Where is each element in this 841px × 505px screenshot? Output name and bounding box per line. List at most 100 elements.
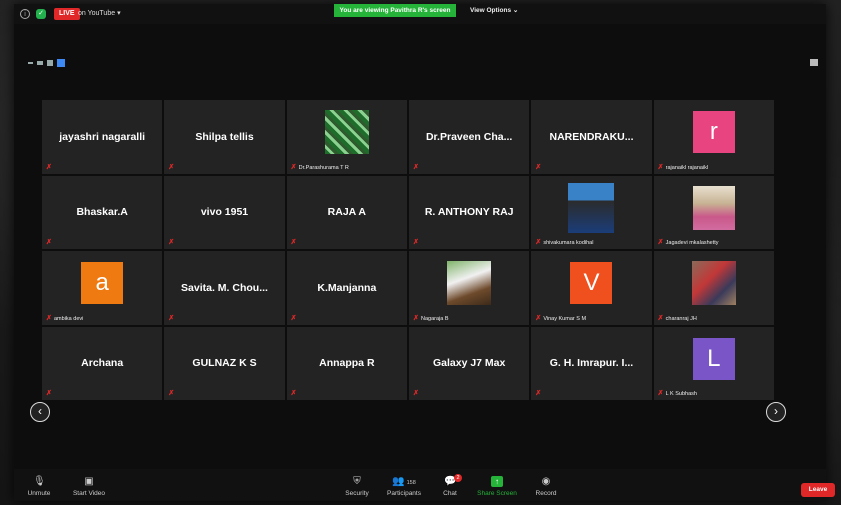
muted-mic-icon: ✗ xyxy=(657,390,664,397)
microphone-muted-icon: 🎙 xyxy=(33,476,46,487)
profile-photo xyxy=(568,182,615,233)
participant-tile[interactable]: Shilpa tellis ✗ xyxy=(164,100,285,174)
unmute-button[interactable]: 🎙 Unmute xyxy=(14,476,64,497)
participant-name: vivo 1951 xyxy=(200,206,249,219)
participant-tile[interactable]: vivo 1951 ✗ xyxy=(164,175,285,249)
participant-tile[interactable]: L ✗ L K Subhash xyxy=(653,326,774,400)
muted-mic-icon: ✗ xyxy=(290,163,297,171)
participant-tile[interactable]: r ✗ rajanaikl rajanaikl xyxy=(653,100,774,174)
thumbnail-view-icon[interactable] xyxy=(37,61,43,65)
muted-mic-icon: ✗ xyxy=(168,163,175,171)
participant-name: Shilpa tellis xyxy=(195,130,254,143)
share-screen-button[interactable]: ↑ Share Screen xyxy=(472,476,522,497)
participant-label: L K Subhash xyxy=(665,391,697,397)
participant-name: Galaxy J7 Max xyxy=(432,357,506,370)
security-button[interactable]: ⛨ Security xyxy=(332,476,382,497)
participant-tile[interactable]: NARENDRAKU... ✗ xyxy=(531,100,652,174)
chat-unread-badge: 2 xyxy=(454,474,462,482)
muted-mic-icon: ✗ xyxy=(168,239,175,246)
participant-name: G. H. Imrapur. I... xyxy=(549,357,634,370)
meeting-toolbar: 🎙 Unmute ▣ Start Video ⛨ Security 👥 158 P… xyxy=(14,469,826,501)
viewing-screen-banner: You are viewing Pavithra R's screen xyxy=(334,4,456,17)
live-badge[interactable]: LIVE xyxy=(54,8,80,20)
view-options-button[interactable]: View Options ⌄ xyxy=(470,5,518,17)
youtube-stream-link[interactable]: on YouTube ▾ xyxy=(78,8,121,20)
participant-label: Vinay Kumar S M xyxy=(543,315,587,322)
participants-count: 158 xyxy=(406,480,416,486)
muted-mic-icon: ✗ xyxy=(657,163,664,171)
camera-off-icon: ▣ xyxy=(84,476,94,487)
participant-tile[interactable]: R. ANTHONY RAJ ✗ xyxy=(409,175,530,249)
profile-photo xyxy=(447,261,492,306)
participant-tile[interactable]: K.Manjanna ✗ xyxy=(286,251,407,325)
participant-tile[interactable]: Dr.Praveen Cha... ✗ xyxy=(409,100,530,174)
fullscreen-icon[interactable] xyxy=(810,59,818,66)
view-size-controls xyxy=(28,58,65,68)
muted-mic-icon: ✗ xyxy=(290,314,297,322)
participant-tile[interactable]: ✗ Nagaraja B xyxy=(409,251,530,325)
participant-tile[interactable]: Annappa R ✗ xyxy=(286,326,407,400)
muted-mic-icon: ✗ xyxy=(46,163,52,171)
participant-name: R. ANTHONY RAJ xyxy=(424,206,514,219)
info-icon[interactable]: i xyxy=(20,9,30,19)
participant-tile[interactable]: RAJA A ✗ xyxy=(286,175,407,249)
participant-label: ambika devi xyxy=(54,315,84,322)
muted-mic-icon: ✗ xyxy=(46,314,52,322)
participant-tile[interactable]: ✗ Jagadevi mkalashetty xyxy=(653,175,774,249)
participant-tile[interactable]: G. H. Imrapur. I... ✗ xyxy=(531,326,652,400)
leave-button[interactable]: Leave xyxy=(801,483,835,497)
encryption-shield-icon[interactable]: ✓ xyxy=(36,9,46,19)
top-bar: i ✓ LIVE on YouTube ▾ You are viewing Pa… xyxy=(14,4,826,24)
participant-tile[interactable]: jayashri nagaralli ✗ xyxy=(42,100,163,174)
muted-mic-icon: ✗ xyxy=(535,163,542,171)
muted-mic-icon: ✗ xyxy=(413,239,419,246)
muted-mic-icon: ✗ xyxy=(413,163,419,171)
avatar: V xyxy=(570,262,613,305)
participant-tile[interactable]: Archana ✗ xyxy=(42,326,163,400)
participant-name: Annappa R xyxy=(319,357,375,370)
participant-label: Jagadevi mkalashetty xyxy=(665,240,719,246)
participant-label: Dr.Parashurama T R xyxy=(298,164,349,171)
participant-tile[interactable]: V ✗ Vinay Kumar S M xyxy=(531,251,652,325)
muted-mic-icon: ✗ xyxy=(290,239,297,246)
start-video-button[interactable]: ▣ Start Video xyxy=(64,476,114,497)
participant-label: rajanaikl rajanaikl xyxy=(665,164,709,171)
gallery-view-icon[interactable] xyxy=(57,59,65,67)
participant-name: Archana xyxy=(81,357,124,370)
zoom-window: i ✓ LIVE on YouTube ▾ You are viewing Pa… xyxy=(14,4,826,501)
avatar: r xyxy=(692,111,735,154)
participant-tile[interactable]: ✗ shivakumara kodihal xyxy=(531,175,652,249)
participant-tile[interactable]: Galaxy J7 Max ✗ xyxy=(409,326,530,400)
participant-tile[interactable]: GULNAZ K S ✗ xyxy=(164,326,285,400)
speaker-view-icon[interactable] xyxy=(47,60,53,66)
muted-mic-icon: ✗ xyxy=(46,239,52,246)
participants-icon: 👥 158 xyxy=(392,476,416,487)
participant-name: Dr.Praveen Cha... xyxy=(425,130,513,143)
participant-tile[interactable]: ✗ charanraj JH xyxy=(653,251,774,325)
muted-mic-icon: ✗ xyxy=(535,314,542,322)
participant-tile[interactable]: a ✗ ambika devi xyxy=(42,251,163,325)
previous-page-button[interactable]: ‹ xyxy=(30,402,50,422)
record-button[interactable]: ◉ Record xyxy=(521,476,571,497)
muted-mic-icon: ✗ xyxy=(657,239,664,246)
record-icon: ◉ xyxy=(541,476,551,487)
participant-tile[interactable]: ✗ Dr.Parashurama T R xyxy=(286,100,407,174)
participant-tile[interactable]: Bhaskar.A ✗ xyxy=(42,175,163,249)
participants-button[interactable]: 👥 158 Participants xyxy=(379,476,429,497)
share-screen-icon: ↑ xyxy=(491,476,503,487)
muted-mic-icon: ✗ xyxy=(413,390,419,397)
participant-name: Bhaskar.A xyxy=(76,206,128,219)
profile-photo xyxy=(692,185,735,230)
participant-label: Nagaraja B xyxy=(421,315,449,322)
muted-mic-icon: ✗ xyxy=(46,390,52,397)
participant-tile[interactable]: Savita. M. Chou... ✗ xyxy=(164,251,285,325)
minimize-icon[interactable] xyxy=(28,62,33,64)
muted-mic-icon: ✗ xyxy=(168,390,175,397)
profile-photo xyxy=(324,110,369,155)
muted-mic-icon: ✗ xyxy=(535,239,542,246)
chat-button[interactable]: 💬 2 Chat xyxy=(425,474,475,497)
participant-name: NARENDRAKU... xyxy=(549,130,634,143)
avatar: L xyxy=(692,337,735,380)
next-page-button[interactable]: › xyxy=(766,402,786,422)
muted-mic-icon: ✗ xyxy=(413,314,419,322)
